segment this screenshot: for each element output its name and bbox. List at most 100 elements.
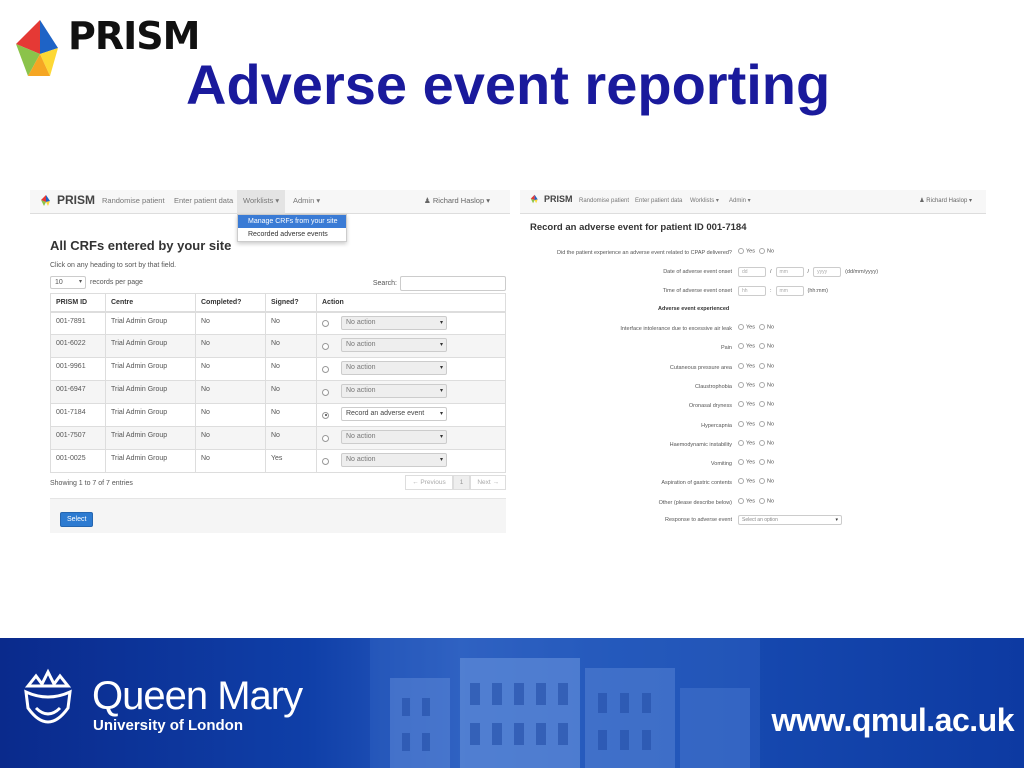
response-row: Response to adverse event Select an opti… [520,515,986,527]
prism-logo: PRISM [10,14,200,88]
col-action[interactable]: Action [316,293,506,313]
nav-worklists[interactable]: Worklists ▾ [237,190,286,214]
row-radio[interactable] [322,365,329,373]
crf-table: PRISM ID Centre Completed? Signed? Actio… [50,293,506,473]
row-radio[interactable] [322,342,329,350]
nav-worklists[interactable]: Worklists ▾ [685,190,724,214]
radio-yes[interactable]: Yes [738,478,755,485]
radio-no[interactable]: No [758,439,774,446]
cell-completed: No [195,311,266,335]
pager-next[interactable]: Next → [470,475,506,490]
radio-no[interactable]: No [758,248,774,254]
action-select[interactable]: No action [341,338,447,352]
radio-yes[interactable]: Yes [738,343,755,350]
row-radio[interactable] [322,434,329,442]
pager-previous[interactable]: ← Previous [405,475,453,490]
table-row: 001-6947 Trial Admin Group No No No acti… [50,380,506,404]
date-year-input[interactable]: yyyy [813,267,842,277]
radio-yes[interactable]: Yes [738,381,755,388]
select-button[interactable]: Select [60,512,94,527]
radio-yes[interactable]: Yes [738,497,755,504]
nav-randomise-patient[interactable]: Randomise patient [574,190,634,214]
nav-brand[interactable]: PRISM [530,194,573,204]
table-row: 001-0025 Trial Admin Group No Yes No act… [50,449,506,473]
col-completed[interactable]: Completed? [195,293,266,313]
pagination: ← Previous 1 Next → [405,475,506,490]
nav-user-menu[interactable]: ♟ Richard Haslop ▾ [919,190,972,214]
action-select[interactable]: No action [341,453,447,467]
sort-hint: Click on any heading to sort by that fie… [50,262,177,269]
cell-id: 001-6947 [50,380,106,404]
cell-action: No action [316,380,506,404]
nav-admin[interactable]: Admin ▾ [287,190,326,214]
event-label: Hypercapnia [701,422,732,429]
date-day-input[interactable]: dd [738,267,766,277]
table-row: 001-9961 Trial Admin Group No No No acti… [50,357,506,381]
pager-page[interactable]: 1 [452,475,471,490]
nav-user-menu[interactable]: ♟ Richard Haslop ▾ [424,190,490,214]
form-footer: Select [50,498,506,533]
menu-manage-crfs[interactable]: Manage CRFs from your site [238,215,346,228]
event-row: Aspiration of gastric contents Yes No [520,478,986,490]
event-label: Cutaneous pressure area [669,364,732,371]
prism-mini-icon [41,194,50,206]
action-select[interactable]: No action [341,384,447,398]
date-month-input[interactable]: mm [775,267,804,277]
action-select[interactable]: Record an adverse event [341,407,447,421]
radio-no[interactable]: No [758,478,774,485]
radio-no[interactable]: No [758,497,774,504]
cpap-question-row: Did the patient experience an adverse ev… [520,248,986,260]
row-radio[interactable] [322,388,329,396]
radio-no[interactable]: No [758,324,774,330]
nav-enter-patient-data[interactable]: Enter patient data [168,190,239,214]
radio-no[interactable]: No [758,343,774,350]
radio-no[interactable]: No [758,459,774,466]
radio-yes[interactable]: Yes [738,324,755,330]
time-minute-input[interactable]: mm [775,286,804,296]
nav-admin[interactable]: Admin ▾ [724,190,756,214]
section-heading: Adverse event experienced [658,306,730,312]
radio-no[interactable]: No [758,362,774,369]
radio-yes[interactable]: Yes [738,362,755,369]
response-select[interactable]: Select an option [738,515,842,525]
col-signed[interactable]: Signed? [265,293,317,313]
row-radio[interactable] [322,320,329,327]
radio-yes[interactable]: Yes [738,439,755,446]
radio-no[interactable]: No [758,420,774,427]
cell-id: 001-0025 [50,449,106,473]
action-select[interactable]: No action [341,361,447,375]
qmul-url[interactable]: www.qmul.ac.uk [771,702,1014,739]
nav-brand[interactable]: PRISM [40,193,95,207]
qmul-crest-icon [24,668,72,724]
menu-recorded-adverse-events[interactable]: Recorded adverse events [238,228,346,241]
action-select[interactable]: No action [341,315,447,330]
nav-enter-patient-data[interactable]: Enter patient data [630,190,687,214]
radio-no[interactable]: No [758,381,774,388]
nav-brand-text: PRISM [544,194,573,204]
cell-centre: Trial Admin Group [105,403,196,427]
radio-yes[interactable]: Yes [738,459,755,466]
row-radio-selected[interactable] [322,411,329,419]
radio-yes[interactable]: Yes [738,401,755,408]
table-row: 001-6022 Trial Admin Group No No No acti… [50,334,506,358]
col-prism-id[interactable]: PRISM ID [50,293,106,313]
col-centre[interactable]: Centre [105,293,196,313]
cell-centre: Trial Admin Group [105,449,196,473]
row-radio[interactable] [322,457,329,465]
time-hour-input[interactable]: hh [738,286,766,296]
cell-signed: No [265,311,317,335]
search-input[interactable] [400,276,506,291]
nav-randomise-patient[interactable]: Randomise patient [96,190,171,214]
action-select[interactable]: No action [341,430,447,444]
adverse-event-form-screenshot: PRISM Randomise patient Enter patient da… [520,190,986,530]
radio-yes[interactable]: Yes [738,420,755,427]
page-size-label: records per page [90,279,143,286]
cell-id: 001-9961 [50,357,106,381]
page-size-select[interactable]: 10 [50,276,86,289]
cell-completed: No [195,380,266,404]
radio-yes[interactable]: Yes [738,248,755,254]
radio-no[interactable]: No [758,401,774,408]
cell-signed: No [265,380,317,404]
event-label: Pain [720,345,732,352]
cell-action: No action [316,449,506,473]
